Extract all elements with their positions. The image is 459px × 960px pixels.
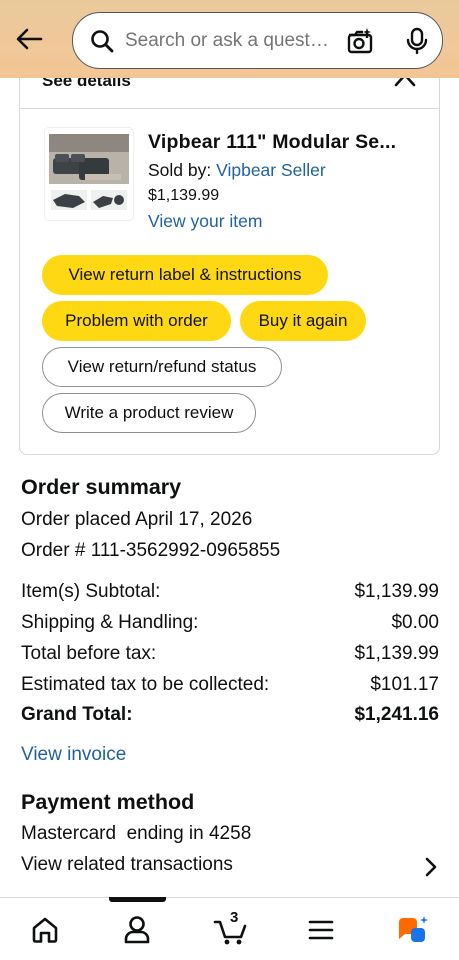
nav-rufus[interactable]	[393, 912, 433, 948]
search-bar[interactable]	[72, 12, 443, 69]
view-return-label-button[interactable]: View return label & instructions	[42, 255, 328, 295]
chevron-right-icon	[425, 857, 437, 877]
product-price: $1,139.99	[148, 187, 220, 204]
view-your-item-link[interactable]: View your item	[148, 211, 262, 232]
nav-menu[interactable]	[301, 912, 341, 948]
related-transactions-label: View related transactions	[21, 854, 233, 875]
header-bar	[0, 0, 459, 78]
arrow-left-icon	[16, 28, 43, 50]
account-icon	[124, 916, 150, 944]
summary-value: $1,139.99	[354, 581, 439, 602]
summary-label: Grand Total:	[21, 704, 133, 725]
summary-row-shipping: Shipping & Handling: $0.00	[21, 612, 439, 638]
nav-home[interactable]	[25, 912, 65, 948]
payment-card-info: Mastercard ending in 4258	[21, 823, 252, 844]
product-thumbnail[interactable]	[45, 128, 133, 220]
view-refund-status-button[interactable]: View return/refund status	[42, 347, 282, 387]
summary-label: Estimated tax to be collected:	[21, 674, 270, 695]
summary-value: $1,139.99	[354, 643, 439, 664]
search-input[interactable]	[125, 29, 330, 52]
order-number: Order # 111-3562992-0965855	[21, 540, 281, 561]
back-button[interactable]	[12, 22, 46, 56]
write-review-button[interactable]: Write a product review	[42, 393, 256, 433]
nav-cart[interactable]: 3	[211, 909, 251, 948]
cart-count-badge: 3	[230, 909, 239, 926]
summary-value: $0.00	[391, 612, 439, 633]
search-icon	[89, 28, 115, 54]
order-summary-title: Order summary	[21, 475, 182, 499]
buy-it-again-button[interactable]: Buy it again	[240, 301, 366, 341]
sold-by-prefix: Sold by:	[148, 160, 217, 180]
nav-account[interactable]	[117, 912, 157, 948]
summary-row-grand-total: Grand Total: $1,241.16	[21, 704, 439, 730]
microphone-icon[interactable]	[403, 26, 431, 56]
view-invoice-link[interactable]: View invoice	[21, 744, 126, 766]
summary-label: Item(s) Subtotal:	[21, 581, 161, 602]
bottom-navigation: 3	[0, 897, 459, 960]
summary-value: $101.17	[370, 674, 439, 695]
rufus-icon	[399, 916, 428, 942]
sold-by-line: Sold by: Vipbear Seller	[148, 160, 326, 181]
view-related-transactions-row[interactable]: View related transactions	[21, 854, 439, 882]
home-icon	[32, 917, 58, 943]
payment-method-title: Payment method	[21, 790, 195, 814]
summary-label: Total before tax:	[21, 643, 157, 664]
summary-row-before-tax: Total before tax: $1,139.99	[21, 643, 439, 669]
problem-with-order-button[interactable]: Problem with order	[42, 301, 231, 341]
product-title[interactable]: Vipbear 111" Modular Se...	[148, 131, 418, 154]
seller-link[interactable]: Vipbear Seller	[216, 160, 326, 180]
menu-icon	[308, 920, 334, 940]
order-item-card: See details Vipbear 111" Modular Se... S…	[19, 56, 440, 455]
camera-search-icon[interactable]	[345, 26, 375, 56]
summary-label: Shipping & Handling:	[21, 612, 199, 633]
summary-value: $1,241.16	[354, 704, 439, 725]
active-tab-indicator	[109, 897, 166, 902]
summary-row-subtotal: Item(s) Subtotal: $1,139.99	[21, 581, 439, 607]
summary-row-tax: Estimated tax to be collected: $101.17	[21, 674, 439, 700]
order-placed-date: Order placed April 17, 2026	[21, 509, 253, 530]
